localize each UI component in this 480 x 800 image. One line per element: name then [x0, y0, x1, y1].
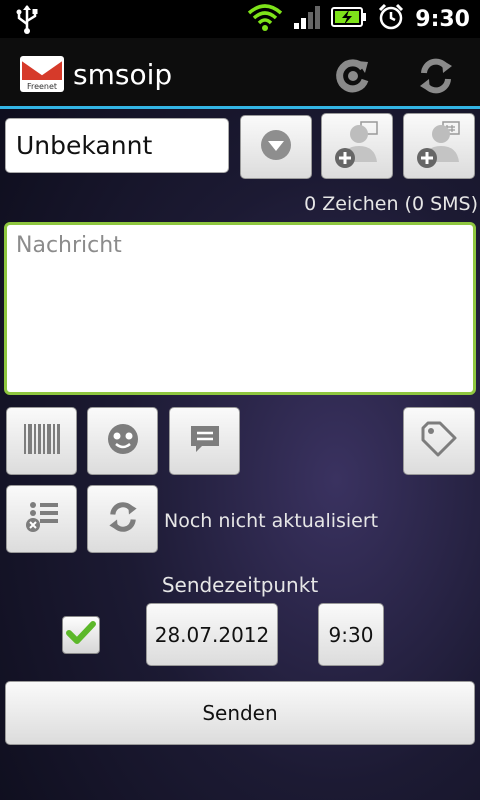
- battery-charging-icon: [331, 6, 367, 32]
- provider-list-icon: [24, 500, 60, 538]
- signal-icon: [293, 4, 321, 34]
- recipient-field[interactable]: Unbekannt: [5, 118, 229, 173]
- refresh-icon: [106, 500, 140, 538]
- schedule-checkbox[interactable]: [62, 616, 100, 654]
- usb-icon: [14, 4, 40, 38]
- checkmark-icon: [66, 620, 96, 650]
- alarm-icon: [377, 3, 405, 35]
- send-button[interactable]: Senden: [5, 681, 475, 745]
- status-time: 9:30: [415, 6, 470, 32]
- add-contact-icon: [329, 116, 385, 176]
- message-field[interactable]: Nachricht: [4, 222, 476, 395]
- date-picker-button[interactable]: 28.07.2012: [146, 603, 278, 666]
- barcode-button[interactable]: [6, 407, 77, 475]
- smiley-icon: [106, 422, 140, 460]
- recipient-value: Unbekannt: [16, 131, 153, 160]
- chevron-down-icon: [258, 127, 294, 167]
- refresh-icon[interactable]: [416, 56, 456, 96]
- barcode-icon: [22, 422, 62, 460]
- contact-dropdown-button[interactable]: [240, 115, 312, 179]
- message-placeholder: Nachricht: [16, 233, 122, 258]
- status-bar: 9:30: [0, 0, 480, 38]
- character-counter: 0 Zeichen (0 SMS): [304, 193, 478, 215]
- text-bubble-icon: [188, 423, 222, 459]
- tag-icon: [420, 420, 458, 462]
- logo-text: Freenet: [27, 82, 57, 91]
- update-button[interactable]: [87, 485, 158, 553]
- provider-list-button[interactable]: [6, 485, 77, 553]
- text-module-button[interactable]: [169, 407, 240, 475]
- freenet-logo: Freenet: [20, 56, 64, 92]
- add-number-button[interactable]: [403, 113, 475, 179]
- add-number-icon: [411, 116, 467, 176]
- add-contact-button[interactable]: [321, 113, 393, 179]
- action-bar: Freenet smsoip: [0, 38, 480, 109]
- tag-button[interactable]: [403, 407, 475, 475]
- refresh-balance-icon[interactable]: [333, 56, 373, 96]
- schedule-label: Sendezeitpunkt: [161, 573, 319, 597]
- smiley-button[interactable]: [87, 407, 158, 475]
- update-status: Noch nicht aktualisiert: [164, 510, 379, 532]
- app-title: smsoip: [73, 58, 173, 91]
- wifi-icon: [247, 3, 283, 35]
- time-picker-button[interactable]: 9:30: [318, 603, 384, 666]
